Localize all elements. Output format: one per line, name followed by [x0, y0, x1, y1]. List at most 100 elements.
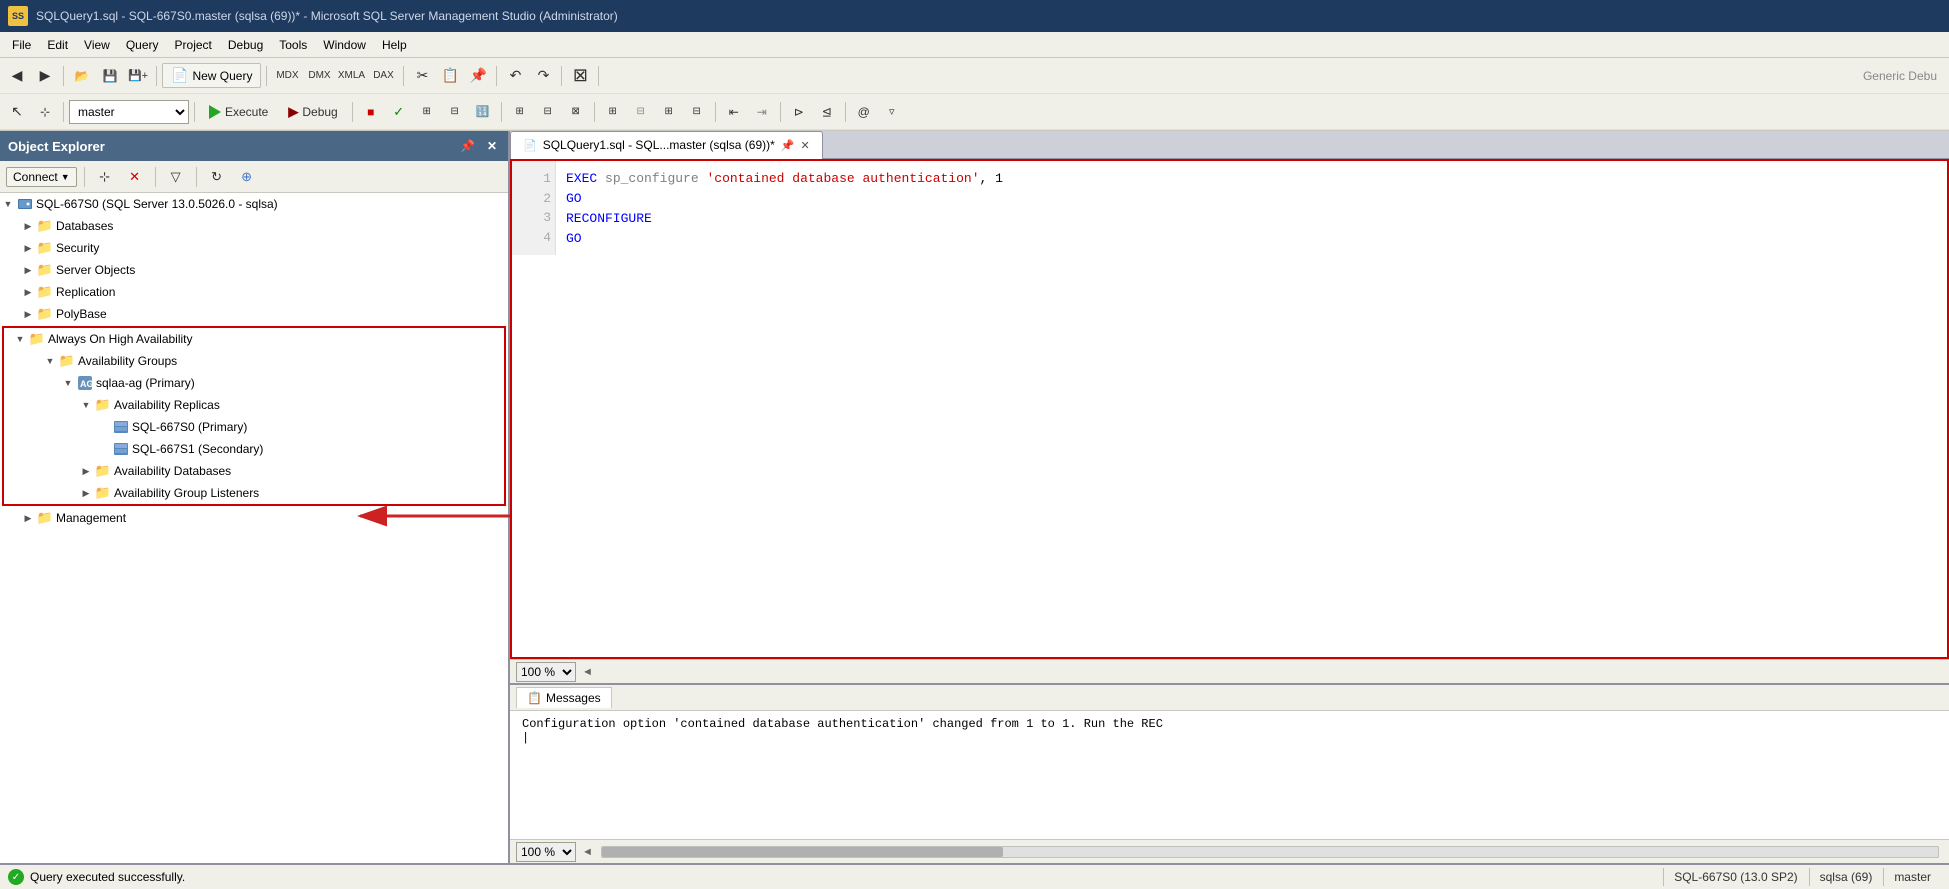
server-objects-expander[interactable]: ▶: [20, 262, 36, 278]
copy-button[interactable]: 📋: [437, 63, 463, 89]
replication-expander[interactable]: ▶: [20, 284, 36, 300]
databases-node[interactable]: ▶ 📁 Databases: [0, 215, 508, 237]
polybase-expander[interactable]: ▶: [20, 306, 36, 322]
step-button[interactable]: ⊹: [32, 99, 58, 125]
debug-button[interactable]: ▶ Debug: [279, 100, 346, 124]
execute-button[interactable]: Execute: [200, 101, 277, 123]
grid-button1[interactable]: ⊞: [414, 99, 440, 125]
oe-refresh-btn[interactable]: ↻: [204, 164, 230, 190]
ag-listeners-node[interactable]: ▶ 📁 Availability Group Listeners: [4, 482, 504, 504]
sql-667s1-node[interactable]: SQL-667S1 (Secondary): [4, 438, 504, 460]
layout-btn1[interactable]: ⊞: [507, 99, 533, 125]
ar-label: Availability Replicas: [112, 398, 220, 412]
outdent-btn[interactable]: ⇥: [749, 99, 775, 125]
indent-btn[interactable]: ⇤: [721, 99, 747, 125]
at-btn[interactable]: @: [851, 99, 877, 125]
availability-dbs-node[interactable]: ▶ 📁 Availability Databases: [4, 460, 504, 482]
copy3-button[interactable]: XMLA: [336, 63, 366, 89]
polybase-node[interactable]: ▶ 📁 PolyBase: [0, 303, 508, 325]
check-button[interactable]: ✓: [386, 99, 412, 125]
polybase-label: PolyBase: [54, 307, 107, 321]
ar-expander[interactable]: ▼: [78, 397, 94, 413]
menu-window[interactable]: Window: [315, 36, 374, 54]
copy2-button[interactable]: DMX: [304, 63, 334, 89]
always-on-node[interactable]: ▼ 📁 Always On High Availability: [4, 328, 504, 350]
grid-view-btn2[interactable]: ⊟: [628, 99, 654, 125]
oe-filter-btn[interactable]: ▽: [163, 164, 189, 190]
zoom-in-btn[interactable]: ⊳: [786, 99, 812, 125]
menu-edit[interactable]: Edit: [39, 36, 76, 54]
open-file-button[interactable]: 📂: [69, 63, 95, 89]
security-node[interactable]: ▶ 📁 Security: [0, 237, 508, 259]
mgmt-expander[interactable]: ▶: [20, 510, 36, 526]
server-node[interactable]: ▼ SQL-667S0 (SQL Server 13.0.5026.0 - sq…: [0, 193, 508, 215]
grid-view-btn1[interactable]: ⊞: [600, 99, 626, 125]
sql-667s0-node[interactable]: SQL-667S0 (Primary): [4, 416, 504, 438]
agl-expander[interactable]: ▶: [78, 485, 94, 501]
copy4-button[interactable]: DAX: [368, 63, 398, 89]
grid-view-btn4[interactable]: ⊟: [684, 99, 710, 125]
grid-view-btn3[interactable]: ⊞: [656, 99, 682, 125]
zoom-out-btn[interactable]: ⊴: [814, 99, 840, 125]
tab-close-button[interactable]: ✕: [800, 139, 809, 152]
generic-debug-label: Generic Debu: [1863, 69, 1937, 83]
pointer-button[interactable]: ↖: [4, 99, 30, 125]
always-on-expander[interactable]: ▼: [12, 331, 28, 347]
cut-button[interactable]: ✂: [409, 63, 435, 89]
forward-button[interactable]: ▶: [32, 63, 58, 89]
zoom-value-1: ◄: [582, 666, 593, 678]
undo-button[interactable]: ↶: [502, 63, 528, 89]
adb-expander[interactable]: ▶: [78, 463, 94, 479]
results-scrollbar[interactable]: [601, 846, 1939, 858]
separator-8: [63, 102, 64, 122]
management-node[interactable]: ▶ 📁 Management: [0, 507, 508, 529]
redo-button[interactable]: ↷: [530, 63, 556, 89]
databases-expander[interactable]: ▶: [20, 218, 36, 234]
zoom-select-2[interactable]: 100 %: [516, 842, 576, 862]
query-tab[interactable]: 📄 SQLQuery1.sql - SQL...master (sqlsa (6…: [510, 131, 823, 159]
menu-view[interactable]: View: [76, 36, 118, 54]
calc-button[interactable]: 🔢: [470, 99, 496, 125]
oe-toolbar: Connect ▼ ⊹ ✕ ▽ ↻ ⊕: [0, 161, 508, 193]
tab-pin-button[interactable]: 📌: [781, 139, 795, 152]
debug-stop-button[interactable]: ⊠: [567, 63, 593, 89]
security-expander[interactable]: ▶: [20, 240, 36, 256]
menu-query[interactable]: Query: [118, 36, 167, 54]
stop-button[interactable]: ■: [358, 99, 384, 125]
sqlaa-ag-node[interactable]: ▼ AG sqlaa-ag (Primary): [4, 372, 504, 394]
oe-close-button[interactable]: ✕: [484, 138, 500, 154]
menu-file[interactable]: File: [4, 36, 39, 54]
query-editor[interactable]: EXEC sp_configure 'contained database au…: [512, 161, 1947, 257]
save-button[interactable]: 💾: [97, 63, 123, 89]
grid-button2[interactable]: ⊟: [442, 99, 468, 125]
menu-project[interactable]: Project: [167, 36, 220, 54]
oe-new-query-btn[interactable]: ⊹: [92, 164, 118, 190]
database-dropdown[interactable]: master: [69, 100, 189, 124]
new-query-button[interactable]: 📄 New Query: [162, 63, 261, 88]
layout-btn2[interactable]: ⊟: [535, 99, 561, 125]
ag-expander[interactable]: ▼: [42, 353, 58, 369]
messages-tab[interactable]: 📋 Messages: [516, 687, 612, 708]
layout-btn3[interactable]: ⊠: [563, 99, 589, 125]
server-objects-node[interactable]: ▶ 📁 Server Objects: [0, 259, 508, 281]
paste-button[interactable]: 📌: [465, 63, 491, 89]
oe-pin-button[interactable]: 📌: [457, 138, 478, 154]
availability-replicas-node[interactable]: ▼ 📁 Availability Replicas: [4, 394, 504, 416]
always-on-label: Always On High Availability: [46, 332, 193, 346]
menu-tools[interactable]: Tools: [271, 36, 315, 54]
connect-button[interactable]: Connect ▼: [6, 167, 77, 187]
menu-debug[interactable]: Debug: [220, 36, 271, 54]
menu-help[interactable]: Help: [374, 36, 415, 54]
zoom-scroll-left[interactable]: ◄: [582, 846, 593, 858]
replication-node[interactable]: ▶ 📁 Replication: [0, 281, 508, 303]
oe-summary-btn[interactable]: ⊕: [234, 164, 260, 190]
sqlaa-expander[interactable]: ▼: [60, 375, 76, 391]
availability-groups-node[interactable]: ▼ 📁 Availability Groups: [4, 350, 504, 372]
misc-btn[interactable]: ▿: [879, 99, 905, 125]
copy1-button[interactable]: MDX: [272, 63, 302, 89]
zoom-select-1[interactable]: 100 %: [516, 662, 576, 682]
save-all-button[interactable]: 💾+: [125, 63, 151, 89]
server-expander[interactable]: ▼: [0, 196, 16, 212]
oe-delete-btn[interactable]: ✕: [122, 164, 148, 190]
back-button[interactable]: ◀: [4, 63, 30, 89]
